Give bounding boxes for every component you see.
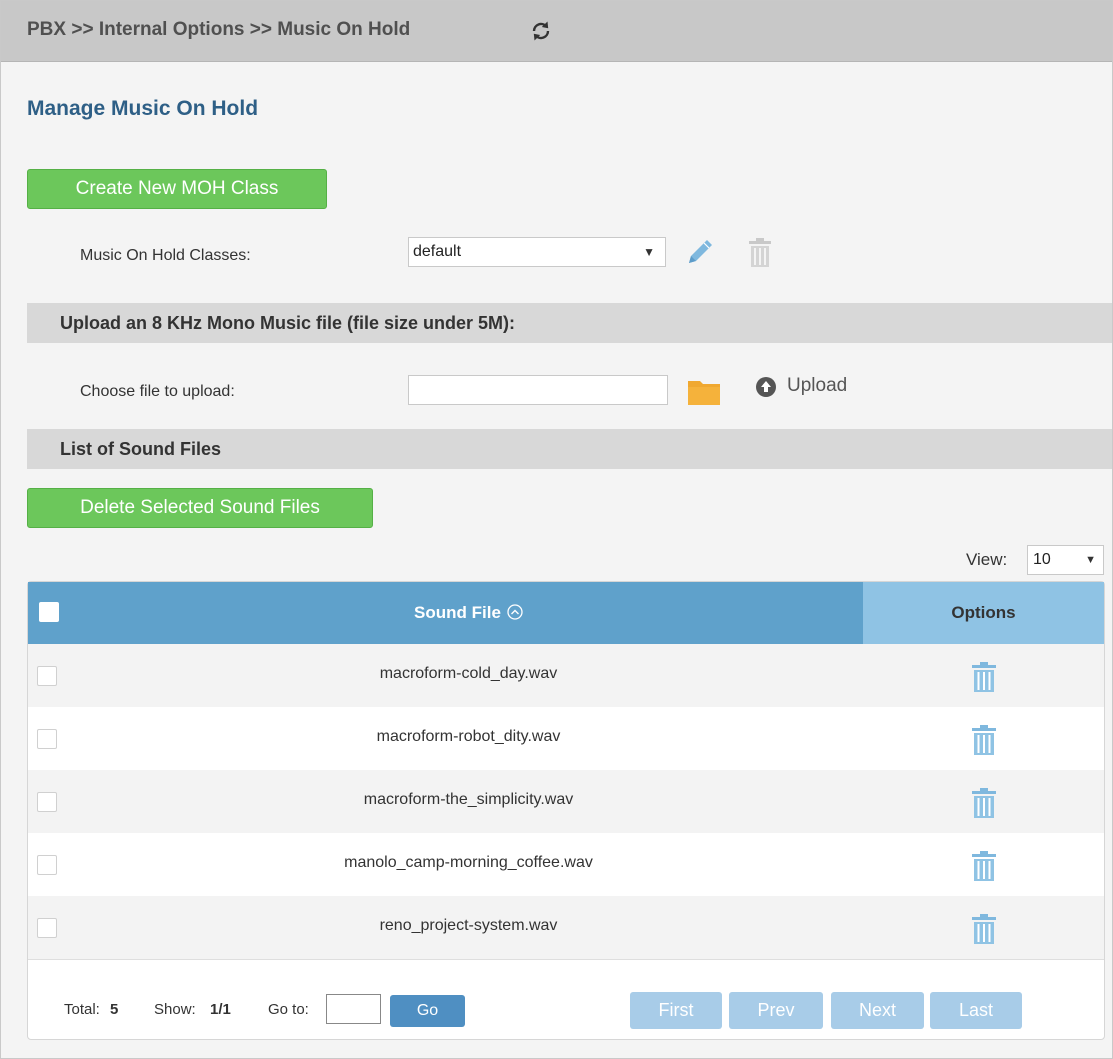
upload-section-header: Upload an 8 KHz Mono Music file (file si… [27, 303, 1112, 343]
moh-class-selected: default [413, 243, 462, 260]
table-header: Sound File Options [28, 582, 1104, 644]
sound-file-name: reno_project-system.wav [379, 917, 558, 934]
prev-page-button[interactable]: Prev [729, 992, 823, 1029]
table-row: macroform-cold_day.wav [28, 644, 1104, 708]
sound-file-header-label: Sound File [414, 603, 501, 622]
trash-icon[interactable] [970, 724, 998, 756]
go-button[interactable]: Go [390, 995, 465, 1027]
row-checkbox[interactable] [37, 792, 57, 812]
sound-file-name: macroform-the_simplicity.wav [363, 791, 574, 808]
view-count-value: 10 [1033, 551, 1051, 568]
breadcrumb: PBX >> Internal Options >> Music On Hold [27, 19, 411, 40]
moh-class-select[interactable]: default ▼ [408, 237, 666, 267]
total-count: 5 [110, 1001, 119, 1018]
header-checkbox-cell [28, 582, 74, 644]
sound-file-name: macroform-robot_dity.wav [376, 728, 561, 745]
first-page-button[interactable]: First [630, 992, 722, 1029]
table-row: reno_project-system.wav [28, 896, 1104, 960]
trash-icon[interactable] [970, 850, 998, 882]
goto-page-input[interactable] [326, 994, 381, 1024]
row-checkbox[interactable] [37, 729, 57, 749]
goto-label: Go to: [268, 1001, 309, 1018]
select-all-checkbox[interactable] [39, 602, 59, 622]
last-page-button[interactable]: Last [930, 992, 1022, 1029]
trash-icon[interactable] [970, 787, 998, 819]
page-title: Manage Music On Hold [27, 97, 259, 120]
delete-class-icon[interactable] [746, 237, 774, 269]
table-row: macroform-the_simplicity.wav [28, 770, 1104, 834]
sound-file-name: manolo_camp-morning_coffee.wav [344, 854, 593, 871]
chevron-down-icon: ▼ [643, 245, 655, 259]
row-checkbox[interactable] [37, 855, 57, 875]
upload-button[interactable]: Upload [787, 375, 847, 397]
delete-selected-button[interactable]: Delete Selected Sound Files [27, 488, 373, 528]
options-column-header: Options [863, 582, 1104, 644]
table-row: macroform-robot_dity.wav [28, 707, 1104, 771]
next-page-button[interactable]: Next [831, 992, 924, 1029]
total-label: Total: [64, 1001, 100, 1018]
sound-files-table: Sound File Options macroform-cold_day.wa… [27, 581, 1105, 1040]
show-label: Show: [154, 1001, 196, 1018]
moh-classes-label: Music On Hold Classes: [80, 247, 251, 264]
refresh-icon[interactable] [529, 19, 553, 43]
trash-icon[interactable] [970, 913, 998, 945]
view-label: View: [966, 550, 1008, 569]
choose-file-label: Choose file to upload: [80, 383, 235, 400]
view-count-select[interactable]: 10 ▼ [1027, 545, 1104, 575]
show-value: 1/1 [210, 1001, 231, 1018]
file-path-input[interactable] [408, 375, 668, 405]
chevron-down-icon: ▼ [1085, 554, 1096, 566]
sort-ascending-icon[interactable] [507, 604, 523, 620]
row-checkbox[interactable] [37, 666, 57, 686]
trash-icon[interactable] [970, 661, 998, 693]
edit-pencil-icon[interactable] [683, 237, 717, 269]
upload-section-title: Upload an 8 KHz Mono Music file (file si… [60, 313, 516, 333]
sound-file-name: macroform-cold_day.wav [379, 665, 558, 682]
pagination-bar: Total: 5 Show: 1/1 Go to: Go First Prev … [28, 961, 1104, 1039]
table-row: manolo_camp-morning_coffee.wav [28, 833, 1104, 897]
breadcrumb-bar: PBX >> Internal Options >> Music On Hold [1, 1, 1112, 62]
page-frame: PBX >> Internal Options >> Music On Hold… [0, 0, 1113, 1059]
folder-icon[interactable] [687, 376, 721, 406]
list-section-header: List of Sound Files [27, 429, 1112, 469]
row-checkbox[interactable] [37, 918, 57, 938]
upload-icon[interactable] [755, 376, 777, 398]
create-moh-class-button[interactable]: Create New MOH Class [27, 169, 327, 209]
sound-file-column-header[interactable]: Sound File [74, 582, 863, 644]
list-section-title: List of Sound Files [60, 439, 221, 459]
